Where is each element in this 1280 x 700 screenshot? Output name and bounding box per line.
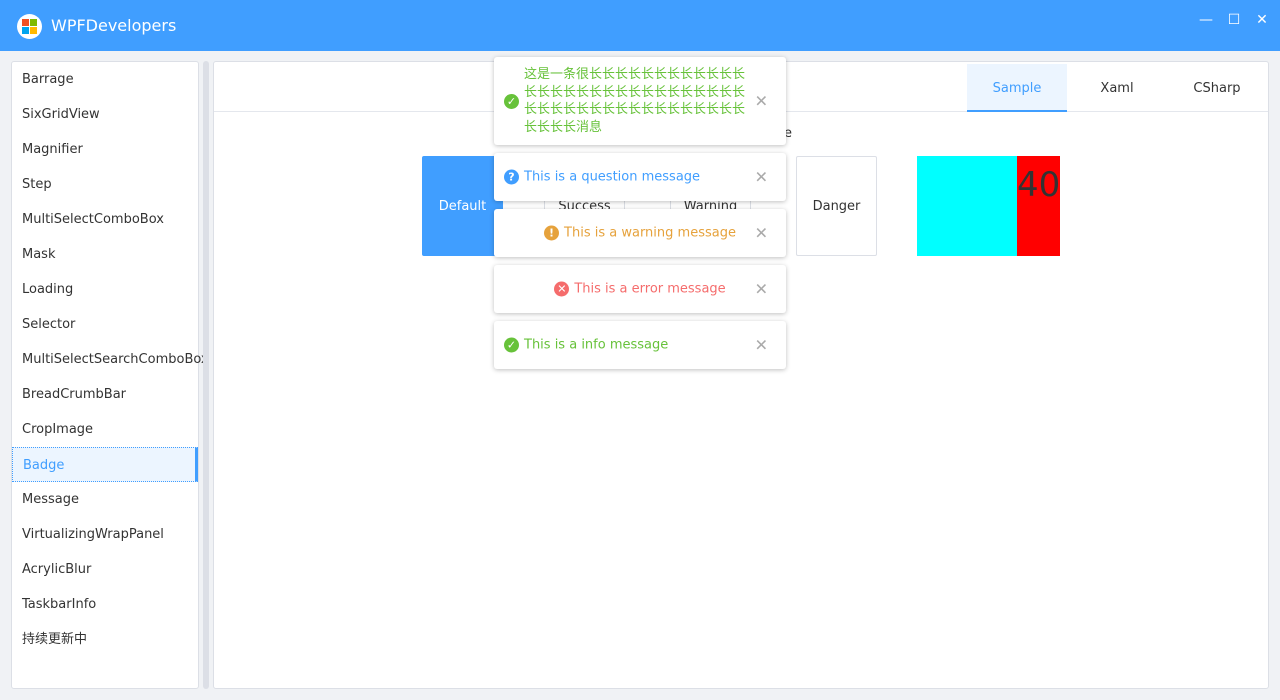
- tab-csharp[interactable]: CSharp: [1167, 64, 1267, 112]
- tab-sample[interactable]: Sample: [967, 64, 1067, 112]
- sidebar-item[interactable]: VirtualizingWrapPanel: [12, 517, 198, 552]
- message-warning: ! This is a warning message ✕: [494, 209, 786, 257]
- check-circle-icon: ✓: [504, 337, 519, 353]
- badge-target-box: [917, 156, 1017, 256]
- message-text: This is a warning message: [564, 225, 736, 241]
- sidebar-item[interactable]: BreadCrumbBar: [12, 377, 198, 412]
- sidebar-item[interactable]: AcrylicBlur: [12, 552, 198, 587]
- default-button[interactable]: Default: [422, 156, 503, 256]
- close-button[interactable]: ✕: [1252, 12, 1272, 32]
- app-logo: [17, 14, 42, 39]
- close-icon[interactable]: ✕: [755, 92, 768, 111]
- app-title: WPFDevelopers: [51, 16, 177, 35]
- sidebar-item[interactable]: Barrage: [12, 62, 198, 97]
- message-error: ✕ This is a error message ✕: [494, 265, 786, 313]
- sidebar-item[interactable]: Mask: [12, 237, 198, 272]
- sidebar-item[interactable]: SixGridView: [12, 97, 198, 132]
- x-circle-icon: ✕: [554, 281, 570, 297]
- check-circle-icon: ✓: [504, 93, 519, 109]
- sidebar-item[interactable]: Loading: [12, 272, 198, 307]
- sidebar-item[interactable]: MultiSelectSearchComboBox: [12, 342, 209, 377]
- sidebar-item[interactable]: Step: [12, 167, 198, 202]
- badge-count: 40: [1017, 156, 1060, 256]
- sidebar-item[interactable]: Badge: [12, 447, 198, 482]
- close-icon[interactable]: ✕: [755, 224, 768, 243]
- sidebar-item[interactable]: MultiSelectComboBox: [12, 202, 198, 237]
- sidebar-item[interactable]: 持续更新中: [12, 622, 198, 657]
- message-text: This is a error message: [574, 281, 726, 297]
- title-bar: WPFDevelopers — ☐ ✕: [0, 0, 1280, 51]
- message-text: This is a info message: [524, 337, 669, 353]
- message-info: ✓ This is a info message ✕: [494, 321, 786, 369]
- exclamation-circle-icon: !: [544, 225, 560, 241]
- close-icon[interactable]: ✕: [755, 280, 768, 299]
- minimize-button[interactable]: —: [1196, 12, 1216, 32]
- sidebar-nav: Barrage SixGridView Magnifier Step MultiSele…: [11, 61, 209, 689]
- message-success: ✓ 这是一条很长长长长长长长长长长长长长长长长长长长长长长长长长长长长长长长长长…: [494, 57, 786, 145]
- tab-xaml[interactable]: Xaml: [1067, 64, 1167, 112]
- message-question: ? This is a question message ✕: [494, 153, 786, 201]
- message-text: 这是一条很长长长长长长长长长长长长长长长长长长长长长长长长长长长长长长长长长长长…: [524, 67, 746, 135]
- sidebar-item[interactable]: CropImage: [12, 412, 198, 447]
- sidebar-item[interactable]: Magnifier: [12, 132, 198, 167]
- message-text: This is a question message: [524, 169, 701, 185]
- question-circle-icon: ?: [504, 169, 519, 185]
- danger-button[interactable]: Danger: [796, 156, 877, 256]
- sidebar-scrollbar[interactable]: [203, 61, 209, 689]
- sidebar-item[interactable]: Message: [12, 482, 198, 517]
- close-icon[interactable]: ✕: [755, 336, 768, 355]
- maximize-button[interactable]: ☐: [1224, 12, 1244, 32]
- sidebar-item[interactable]: Selector: [12, 307, 198, 342]
- sidebar-item[interactable]: TaskbarInfo: [12, 587, 198, 622]
- close-icon[interactable]: ✕: [755, 168, 768, 187]
